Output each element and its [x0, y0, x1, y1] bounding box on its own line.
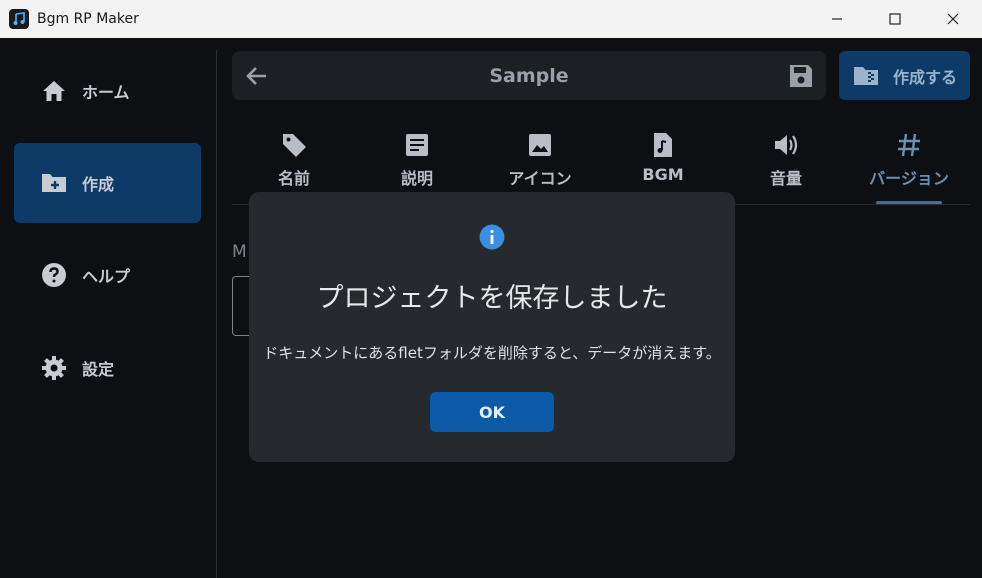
gear-icon — [40, 354, 68, 382]
tab-label: BGM — [642, 165, 684, 184]
project-title: Sample — [489, 65, 569, 87]
sidebar-item-home[interactable]: ホーム — [14, 51, 201, 131]
sidebar-item-settings[interactable]: 設定 — [14, 328, 201, 408]
folder-zip-icon — [854, 66, 878, 85]
audio-file-icon — [654, 133, 672, 157]
create-button-label: 作成する — [893, 67, 958, 87]
minimize-button[interactable] — [808, 0, 866, 38]
create-button[interactable]: 作成する — [839, 51, 970, 100]
window-titlebar: Bgm RP Maker — [0, 0, 982, 38]
dialog-message: ドキュメントにあるfletフォルダを削除すると、データが消えます。 — [263, 344, 721, 362]
sidebar: ホーム 作成 ヘルプ 設定 — [0, 38, 216, 578]
volume-icon — [775, 135, 798, 155]
maximize-button[interactable] — [866, 0, 924, 38]
tab-volume[interactable]: 音量 — [724, 126, 848, 206]
tab-version[interactable]: バージョン — [847, 126, 971, 206]
close-icon — [947, 13, 959, 25]
sidebar-item-label: ホーム — [82, 83, 130, 102]
tab-label: 説明 — [400, 169, 433, 188]
version-field-label: M — [232, 242, 247, 262]
close-button[interactable] — [924, 0, 982, 38]
window-title: Bgm RP Maker — [37, 11, 139, 27]
tab-label: 名前 — [277, 169, 310, 188]
tag-icon — [283, 134, 306, 157]
sidebar-item-create[interactable]: 作成 — [14, 143, 201, 223]
tab-label: 音量 — [769, 169, 802, 188]
sidebar-item-help[interactable]: ヘルプ — [14, 235, 201, 315]
dialog-title: プロジェクトを保存しました — [316, 283, 668, 314]
image-icon — [529, 134, 551, 156]
save-icon[interactable] — [788, 63, 814, 89]
project-header: Sample — [232, 51, 826, 100]
sidebar-item-label: 設定 — [82, 360, 115, 379]
app-icon — [9, 9, 29, 29]
ok-button[interactable]: OK — [430, 392, 554, 432]
info-icon — [479, 224, 505, 250]
maximize-icon — [889, 13, 901, 25]
sidebar-item-label: 作成 — [82, 175, 115, 194]
help-icon — [40, 261, 68, 289]
tab-label: バージョン — [869, 169, 949, 188]
hash-icon — [898, 133, 920, 157]
folder-add-icon — [40, 169, 68, 197]
save-dialog: プロジェクトを保存しました ドキュメントにあるfletフォルダを削除すると、デー… — [249, 192, 735, 462]
minimize-icon — [832, 18, 842, 20]
sidebar-divider — [216, 50, 217, 578]
home-icon — [40, 77, 68, 105]
sidebar-item-label: ヘルプ — [82, 267, 131, 286]
description-icon — [406, 134, 428, 156]
tab-label: アイコン — [508, 169, 572, 188]
